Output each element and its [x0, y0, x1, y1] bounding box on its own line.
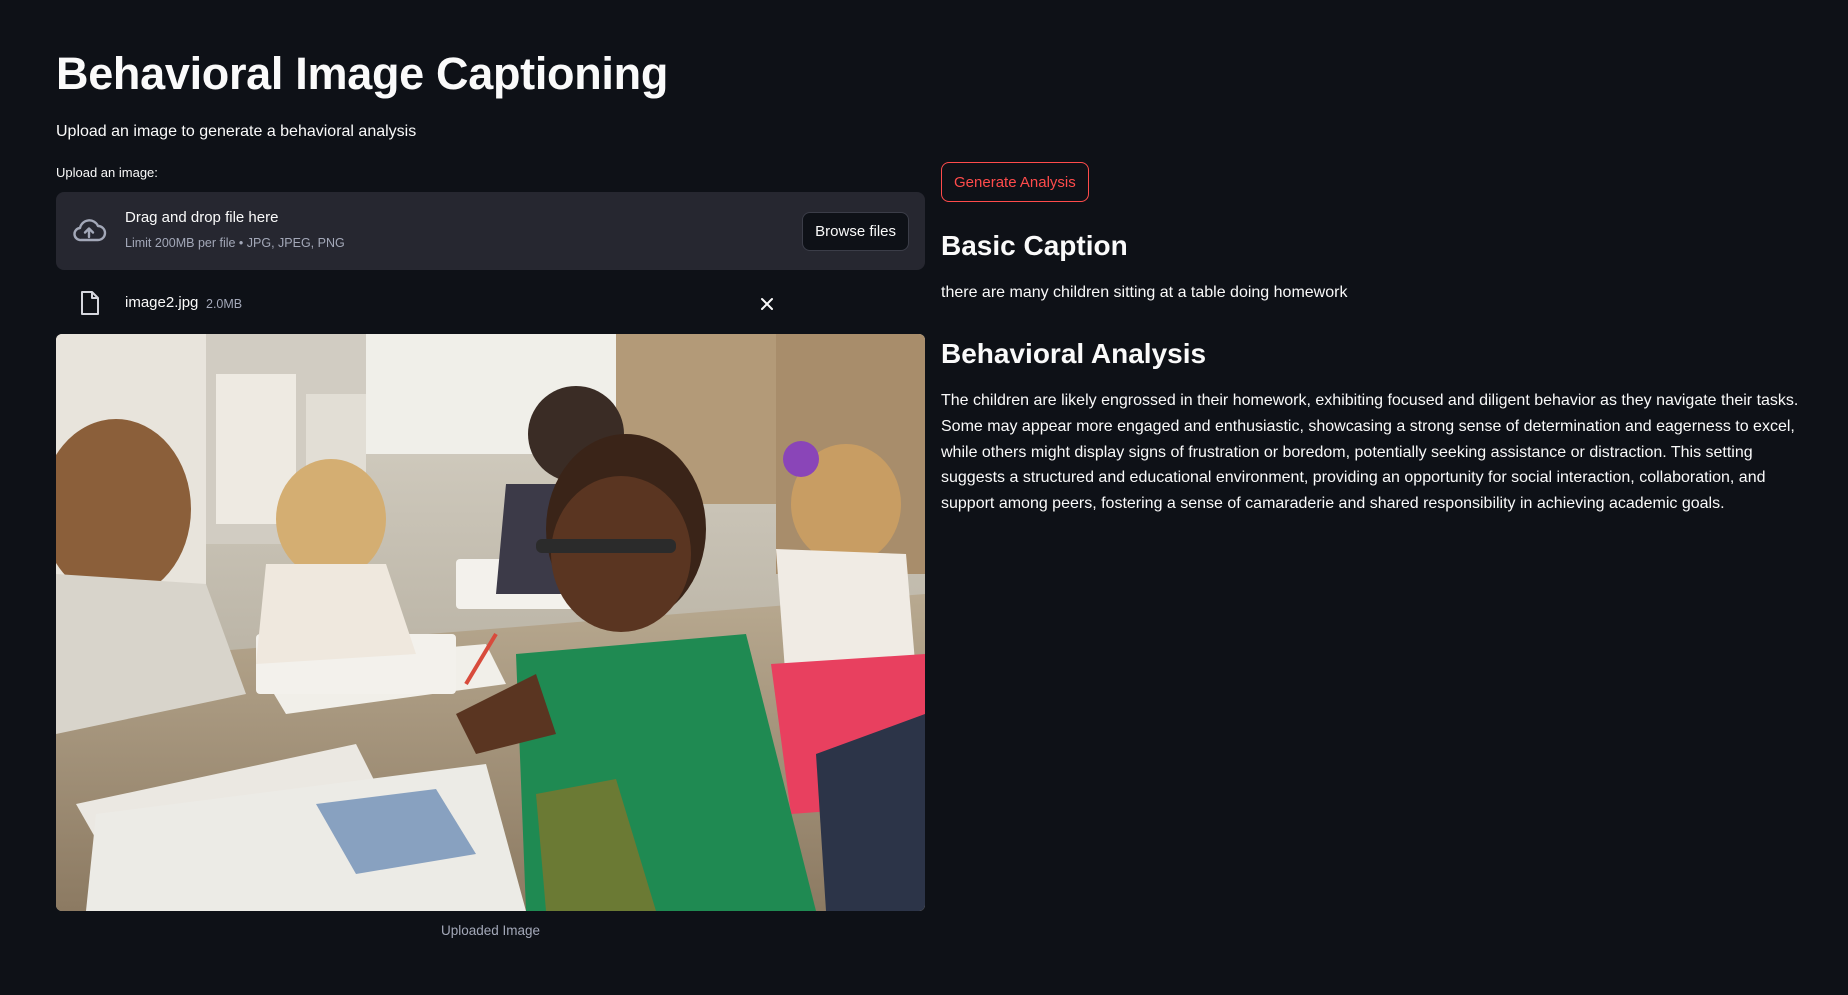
file-dropzone[interactable]: Drag and drop file here Limit 200MB per … — [56, 192, 925, 270]
behavioral-analysis-heading: Behavioral Analysis — [941, 338, 1207, 369]
dropzone-instructions: Drag and drop file here — [125, 209, 279, 226]
right-column: Generate Analysis Basic Caption there ar… — [941, 162, 1811, 517]
browse-files-button[interactable]: Browse files — [802, 212, 909, 251]
file-icon — [78, 290, 102, 316]
uploaded-file-size: 2.0MB — [206, 297, 243, 311]
page-subtitle: Upload an image to generate a behavioral… — [56, 123, 417, 140]
page-title: Behavioral Image Captioning — [56, 48, 669, 99]
uploaded-file-name: image2.jpg — [125, 294, 199, 311]
close-icon[interactable] — [756, 293, 778, 315]
generate-analysis-button[interactable]: Generate Analysis — [941, 162, 1089, 202]
cloud-upload-icon — [71, 213, 107, 249]
app-root: Behavioral Image Captioning Upload an im… — [0, 0, 1848, 995]
uploaded-image — [56, 334, 925, 911]
basic-caption-text: there are many children sitting at a tab… — [941, 284, 1348, 301]
dropzone-limit-text: Limit 200MB per file • JPG, JPEG, PNG — [125, 236, 345, 250]
behavioral-analysis-text: The children are likely engrossed in the… — [941, 392, 1799, 513]
left-column: Upload an image: Drag and drop file here… — [56, 164, 925, 938]
image-caption: Uploaded Image — [440, 923, 541, 938]
upload-label: Upload an image: — [56, 165, 158, 180]
uploaded-file-row: image2.jpg 2.0MB — [56, 270, 925, 334]
basic-caption-heading: Basic Caption — [941, 230, 1128, 261]
